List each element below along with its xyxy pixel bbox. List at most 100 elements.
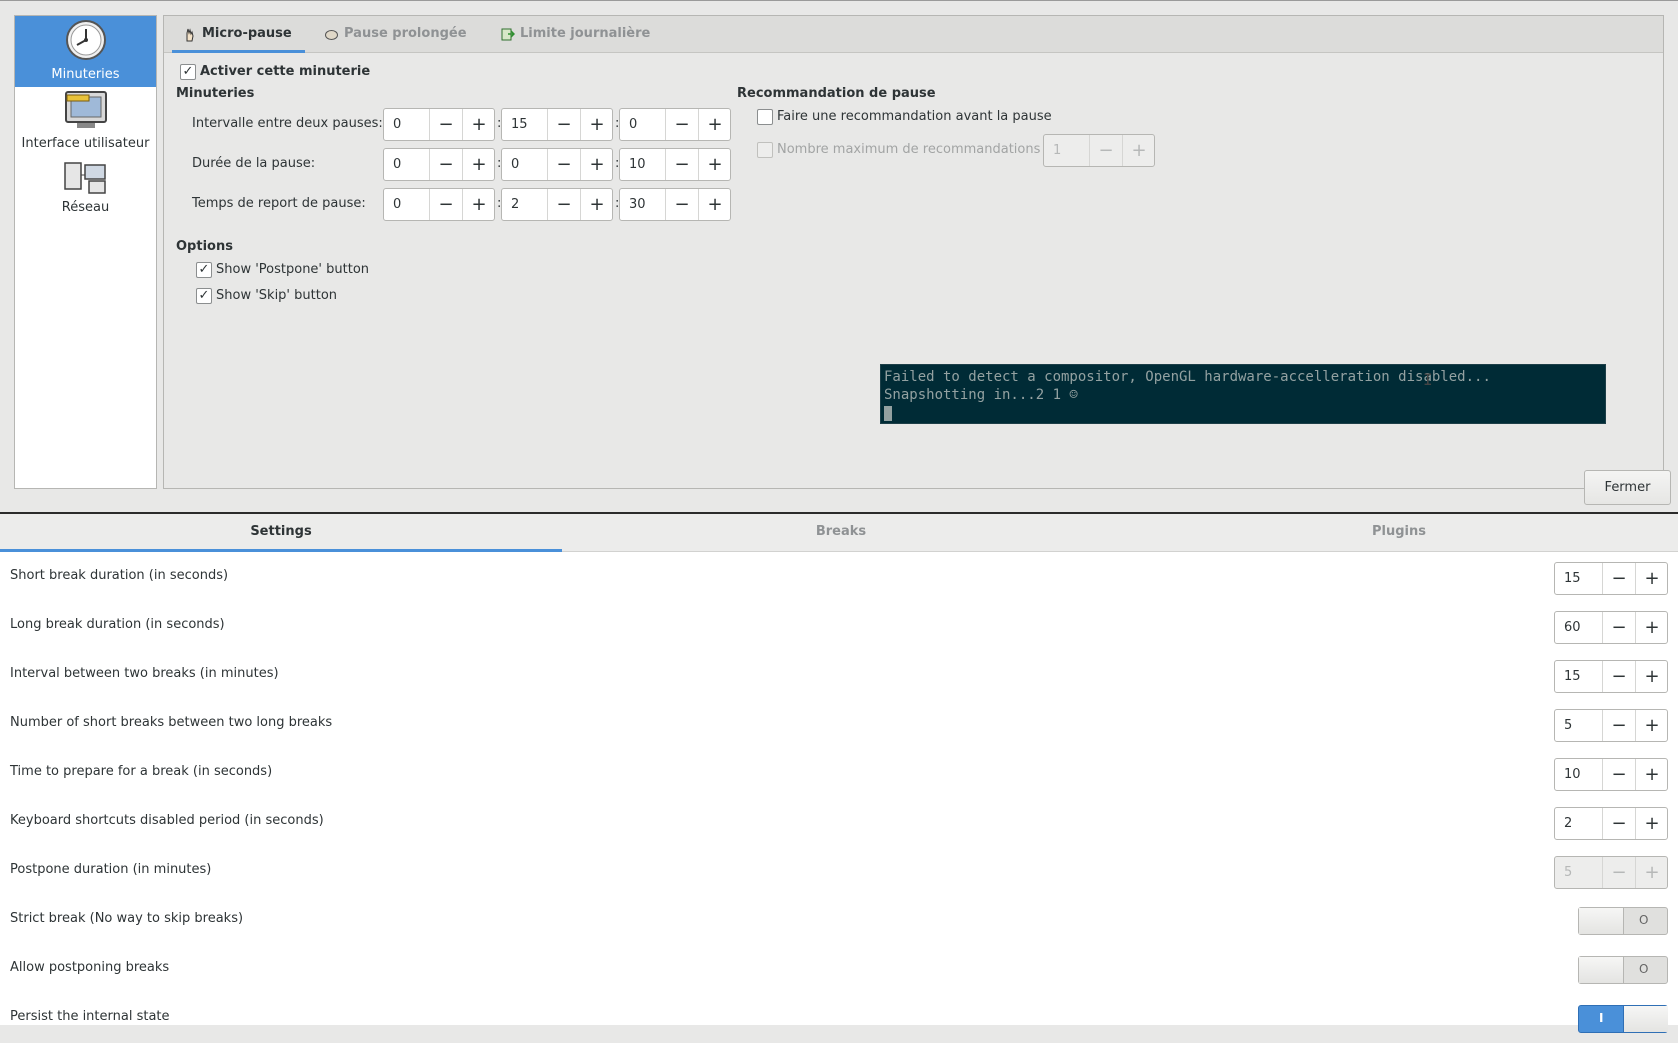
- decrement-button[interactable]: −: [547, 109, 580, 140]
- postpone-minutes-spin[interactable]: 2 − +: [501, 188, 613, 221]
- prefs-sidebar: Minuteries Interface utilisateur Réseau: [14, 15, 157, 489]
- strict-break-switch[interactable]: O: [1578, 907, 1668, 935]
- setting-row: Strict break (No way to skip breaks) O: [0, 896, 1678, 945]
- interval-minutes-spin[interactable]: 15 − +: [501, 108, 613, 141]
- terminal-overlay[interactable]: Failed to detect a compositor, OpenGL ha…: [880, 364, 1606, 424]
- setting-label: Persist the internal state: [10, 1009, 170, 1024]
- decrement-button[interactable]: −: [665, 109, 698, 140]
- setting-row: Short break duration (in seconds) 15 − +: [0, 553, 1678, 602]
- decrement-button[interactable]: −: [1602, 661, 1635, 692]
- increment-button[interactable]: +: [462, 109, 495, 140]
- increment-button[interactable]: +: [698, 189, 731, 220]
- setting-row: Number of short breaks between two long …: [0, 700, 1678, 749]
- show-postpone-checkbox[interactable]: ✓: [196, 262, 212, 278]
- duration-minutes-spin[interactable]: 0 − +: [501, 148, 613, 181]
- enable-timer-checkbox[interactable]: ✓: [180, 64, 196, 80]
- increment-button[interactable]: +: [462, 149, 495, 180]
- decrement-button[interactable]: −: [429, 149, 462, 180]
- decrement-button[interactable]: −: [429, 109, 462, 140]
- network-icon: [63, 162, 106, 194]
- spin-value: 30: [629, 197, 646, 212]
- increment-button[interactable]: +: [1635, 661, 1668, 692]
- spin-value: 2: [511, 197, 520, 212]
- spin-value: 0: [511, 157, 520, 172]
- safeeyes-settings-window: Settings Breaks Plugins Short break dura…: [0, 514, 1678, 1033]
- increment-button[interactable]: +: [580, 149, 613, 180]
- increment-button[interactable]: +: [580, 109, 613, 140]
- sidebar-item-minuteries[interactable]: Minuteries: [15, 16, 156, 87]
- setting-row: Time to prepare for a break (in seconds)…: [0, 749, 1678, 798]
- spin-value: 60: [1564, 620, 1581, 635]
- max-recommendations-checkbox[interactable]: [757, 142, 773, 158]
- decrement-button[interactable]: −: [1602, 759, 1635, 790]
- max-recommendations-spin[interactable]: 1 − +: [1043, 134, 1155, 167]
- tab-settings[interactable]: Settings: [0, 514, 562, 552]
- increment-button[interactable]: +: [580, 189, 613, 220]
- increment-button[interactable]: +: [698, 149, 731, 180]
- persist-state-switch[interactable]: I: [1578, 1005, 1668, 1033]
- options-heading: Options: [176, 239, 233, 254]
- close-button[interactable]: Fermer: [1584, 470, 1671, 505]
- duration-label: Durée de la pause:: [192, 156, 316, 171]
- tab-label: Micro-pause: [202, 26, 292, 41]
- spin-value: 5: [1564, 718, 1573, 733]
- allow-postpone-switch[interactable]: O: [1578, 956, 1668, 984]
- sidebar-item-reseau[interactable]: Réseau: [15, 157, 156, 227]
- increment-button[interactable]: +: [1635, 710, 1668, 741]
- enable-timer-label: Activer cette minuterie: [200, 64, 371, 79]
- increment-button[interactable]: +: [1635, 808, 1668, 839]
- hand-icon: [186, 28, 194, 42]
- duration-hours-spin[interactable]: 0 − +: [383, 148, 495, 181]
- increment-button[interactable]: +: [698, 109, 731, 140]
- increment-button[interactable]: +: [1635, 612, 1668, 643]
- increment-button[interactable]: +: [462, 189, 495, 220]
- postpone-duration-spin[interactable]: 5 − +: [1554, 856, 1668, 889]
- tab-breaks[interactable]: Breaks: [562, 514, 1120, 552]
- timer-tabbar: Micro-pause Pause prolongée Limite journ…: [164, 16, 1663, 53]
- increment-button[interactable]: +: [1635, 857, 1668, 888]
- tab-pause-prolongee[interactable]: Pause prolongée: [314, 16, 481, 53]
- postpone-hours-spin[interactable]: 0 − +: [383, 188, 495, 221]
- increment-button[interactable]: +: [1635, 563, 1668, 594]
- break-interval-spin[interactable]: 15 − +: [1554, 660, 1668, 693]
- decrement-button[interactable]: −: [1602, 612, 1635, 643]
- interval-seconds-spin[interactable]: 0 − +: [619, 108, 731, 141]
- sidebar-item-interface[interactable]: Interface utilisateur: [15, 87, 156, 157]
- postpone-seconds-spin[interactable]: 30 − +: [619, 188, 731, 221]
- increment-button[interactable]: +: [1122, 135, 1155, 166]
- decrement-button[interactable]: −: [1602, 710, 1635, 741]
- short-breaks-count-spin[interactable]: 5 − +: [1554, 709, 1668, 742]
- show-postpone-label: Show 'Postpone' button: [216, 262, 370, 277]
- tab-limite-journaliere[interactable]: Limite journalière: [490, 16, 664, 53]
- show-skip-checkbox[interactable]: ✓: [196, 288, 212, 304]
- switch-knob: [1579, 957, 1624, 983]
- terminal-line: Snapshotting in...2 1 ☺: [884, 387, 1078, 403]
- decrement-button[interactable]: −: [1602, 857, 1635, 888]
- decrement-button[interactable]: −: [1089, 135, 1122, 166]
- decrement-button[interactable]: −: [1602, 563, 1635, 594]
- switch-knob: [1623, 1006, 1668, 1032]
- decrement-button[interactable]: −: [665, 149, 698, 180]
- setting-row: Interval between two breaks (in minutes)…: [0, 651, 1678, 700]
- setting-label: Postpone duration (in minutes): [10, 862, 212, 877]
- recommend-before-break-checkbox[interactable]: [757, 109, 773, 125]
- text-cursor-icon: I: [1423, 370, 1433, 389]
- exit-icon: [501, 28, 515, 41]
- long-break-duration-spin[interactable]: 60 − +: [1554, 611, 1668, 644]
- tab-plugins[interactable]: Plugins: [1120, 514, 1678, 552]
- spin-value: 1: [1053, 143, 1062, 158]
- decrement-button[interactable]: −: [547, 149, 580, 180]
- interval-hours-spin[interactable]: 0 − +: [383, 108, 495, 141]
- shortcut-disabled-period-spin[interactable]: 2 − +: [1554, 807, 1668, 840]
- decrement-button[interactable]: −: [547, 189, 580, 220]
- decrement-button[interactable]: −: [665, 189, 698, 220]
- recommend-before-break-label: Faire une recommandation avant la pause: [777, 109, 1052, 124]
- decrement-button[interactable]: −: [1602, 808, 1635, 839]
- increment-button[interactable]: +: [1635, 759, 1668, 790]
- prepare-time-spin[interactable]: 10 − +: [1554, 758, 1668, 791]
- short-break-duration-spin[interactable]: 15 − +: [1554, 562, 1668, 595]
- duration-seconds-spin[interactable]: 10 − +: [619, 148, 731, 181]
- tab-micro-pause[interactable]: Micro-pause: [172, 16, 305, 53]
- decrement-button[interactable]: −: [429, 189, 462, 220]
- recommendation-heading: Recommandation de pause: [737, 86, 936, 101]
